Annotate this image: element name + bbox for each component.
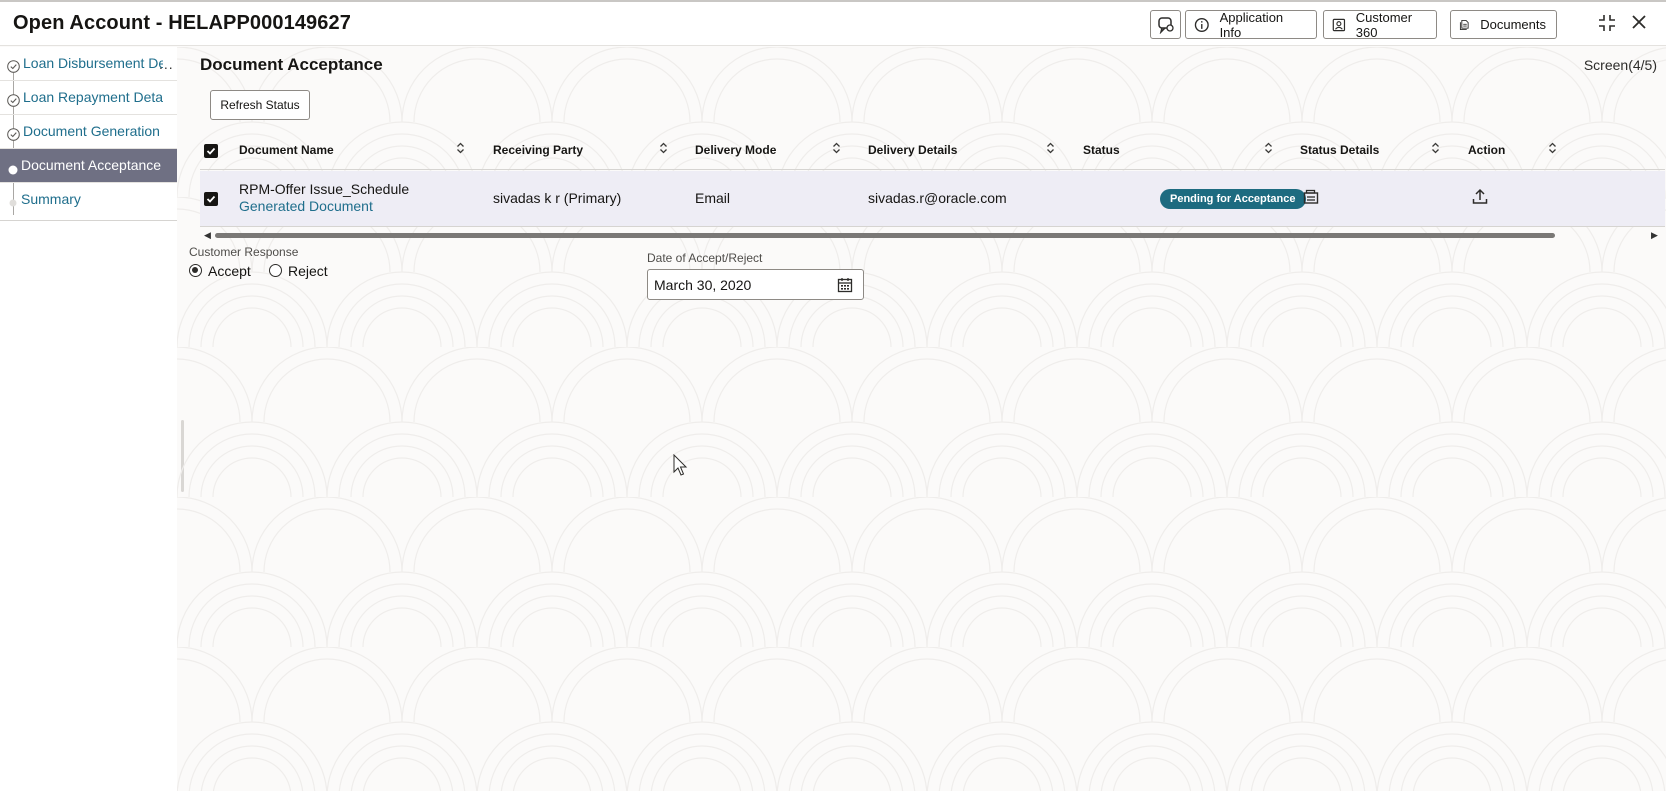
chat-icon xyxy=(1157,16,1174,34)
more-indicator: ... xyxy=(159,56,174,72)
checkmark-icon xyxy=(206,147,216,155)
screen-indicator: Screen(4/5) xyxy=(1583,57,1657,73)
document-name: RPM-Offer Issue_Schedule xyxy=(239,181,410,197)
receiving-party: sivadas k r (Primary) xyxy=(493,190,622,206)
mouse-pointer-icon xyxy=(673,454,688,476)
close-window-button[interactable] xyxy=(1631,14,1647,35)
step-document-acceptance[interactable]: Document Acceptance xyxy=(0,149,177,183)
documents-icon xyxy=(1459,19,1469,30)
sort-icon[interactable] xyxy=(456,141,465,159)
date-accept-reject-label: Date of Accept/Reject xyxy=(647,251,763,265)
sort-icon[interactable] xyxy=(832,141,841,159)
documents-button[interactable]: Documents xyxy=(1450,10,1557,39)
step-document-generation[interactable]: Document Generation xyxy=(0,115,177,149)
status-details-icon xyxy=(1303,189,1319,204)
status-badge: Pending for Acceptance xyxy=(1160,189,1306,209)
column-header-status[interactable]: Status xyxy=(1083,143,1120,157)
chat-button[interactable] xyxy=(1150,10,1181,39)
column-header-delivery-details[interactable]: Delivery Details xyxy=(868,143,957,157)
application-info-button[interactable]: Application Info xyxy=(1185,9,1317,40)
check-circle-icon xyxy=(7,60,20,76)
application-info-label: Application Info xyxy=(1219,9,1284,40)
sort-icon[interactable] xyxy=(1548,141,1557,159)
scroll-left-icon[interactable]: ◀ xyxy=(204,230,211,241)
app-header: Open Account - HELAPP000149627 Applicati… xyxy=(0,2,1666,46)
status-details-button[interactable] xyxy=(1303,189,1319,208)
reject-radio[interactable] xyxy=(269,264,282,277)
sort-icon[interactable] xyxy=(1046,141,1055,159)
page-title: Open Account - HELAPP000149627 xyxy=(13,12,351,34)
sort-icon[interactable] xyxy=(1264,141,1273,159)
accept-radio-label[interactable]: Accept xyxy=(208,263,251,279)
collapse-window-button[interactable] xyxy=(1598,14,1616,37)
scroll-right-icon[interactable]: ▶ xyxy=(1651,230,1658,241)
main-content: Document Acceptance Screen(4/5) Refresh … xyxy=(177,47,1666,791)
step-summary[interactable]: Summary xyxy=(0,183,177,217)
reject-radio-label[interactable]: Reject xyxy=(288,263,328,279)
check-circle-icon xyxy=(7,128,20,144)
horizontal-scrollbar[interactable]: ◀ ▶ xyxy=(200,230,1665,240)
sort-icon[interactable] xyxy=(1431,141,1440,159)
column-header-document-name[interactable]: Document Name xyxy=(239,143,334,157)
section-title: Document Acceptance xyxy=(200,55,383,74)
step-label: Loan Disbursement Det xyxy=(23,55,163,71)
step-loan-disbursement[interactable]: Loan Disbursement Det ... xyxy=(0,47,177,81)
calendar-icon[interactable] xyxy=(837,277,853,298)
step-loan-repayment[interactable]: Loan Repayment Details xyxy=(0,81,177,115)
customer-icon xyxy=(1332,18,1346,31)
step-label: Document Generation xyxy=(23,123,160,139)
date-value: March 30, 2020 xyxy=(654,277,752,293)
accept-radio[interactable] xyxy=(189,264,202,277)
column-header-action[interactable]: Action xyxy=(1468,143,1505,157)
step-label: Summary xyxy=(21,191,81,207)
upload-icon xyxy=(1472,188,1488,204)
select-all-checkbox[interactable] xyxy=(204,144,218,158)
table-header: Document Name Receiving Party Delivery M… xyxy=(200,132,1665,170)
step-label: Loan Repayment Details xyxy=(23,89,163,105)
check-circle-icon xyxy=(7,94,20,110)
refresh-status-button[interactable]: Refresh Status xyxy=(210,90,310,120)
collapse-icon xyxy=(1599,15,1615,31)
checkmark-icon xyxy=(206,195,216,203)
sort-icon[interactable] xyxy=(659,141,668,159)
delivery-details: sivadas.r@oracle.com xyxy=(868,190,1007,206)
customer-response-label: Customer Response xyxy=(189,245,299,259)
table-row[interactable]: RPM-Offer Issue_Schedule Generated Docum… xyxy=(200,171,1665,227)
documents-label: Documents xyxy=(1480,17,1546,32)
customer-360-button[interactable]: Customer 360 xyxy=(1323,9,1437,40)
step-label: Document Acceptance xyxy=(21,157,161,173)
upload-action-button[interactable] xyxy=(1472,188,1488,208)
step-navigation: Loan Disbursement Det ... Loan Repayment… xyxy=(0,47,177,791)
step-list: Loan Disbursement Det ... Loan Repayment… xyxy=(0,47,177,221)
info-icon xyxy=(1194,17,1209,32)
delivery-mode: Email xyxy=(695,190,731,206)
date-accept-reject-field[interactable]: March 30, 2020 xyxy=(647,269,864,300)
row-checkbox[interactable] xyxy=(204,192,218,206)
customer-360-label: Customer 360 xyxy=(1355,9,1413,40)
close-icon xyxy=(1632,15,1646,29)
current-step-dot-icon xyxy=(8,162,18,178)
column-header-receiving-party[interactable]: Receiving Party xyxy=(493,143,583,157)
scrollbar-thumb[interactable] xyxy=(215,233,1555,238)
pending-step-dot-icon xyxy=(9,195,17,211)
generated-document-link[interactable]: Generated Document xyxy=(239,198,373,214)
column-header-delivery-mode[interactable]: Delivery Mode xyxy=(695,143,776,157)
column-header-status-details[interactable]: Status Details xyxy=(1300,143,1379,157)
